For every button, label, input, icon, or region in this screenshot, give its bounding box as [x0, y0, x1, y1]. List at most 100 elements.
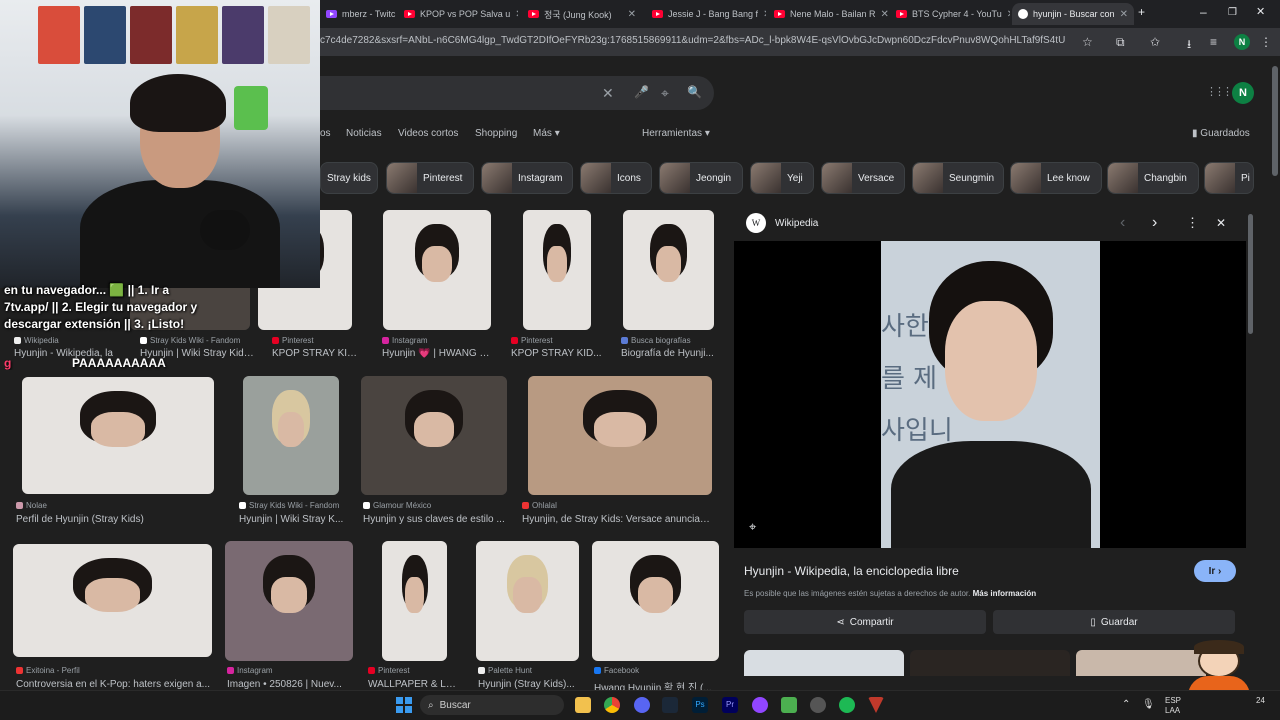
profile-avatar[interactable]: N — [1234, 34, 1250, 50]
taskbar-search[interactable]: ⌕ Buscar — [420, 695, 564, 715]
chip-jeongin[interactable]: Jeongin — [659, 162, 743, 194]
steam-icon[interactable] — [662, 697, 678, 713]
previous-image-button[interactable]: ‹ — [1120, 214, 1125, 232]
panel-source-name[interactable]: Wikipedia — [775, 218, 818, 229]
minimize-button[interactable]: – — [1200, 5, 1207, 19]
related-image[interactable] — [910, 650, 1070, 676]
result-image[interactable] — [592, 541, 719, 661]
nav-tab-more[interactable]: Más ▾ — [533, 128, 560, 139]
next-image-button[interactable]: › — [1152, 214, 1157, 232]
close-panel-button[interactable]: ✕ — [1216, 216, 1226, 230]
voice-search-icon[interactable]: 🎤 — [634, 85, 649, 99]
result-image[interactable] — [528, 376, 712, 495]
windows-start-icon[interactable] — [396, 697, 412, 713]
spotify-icon[interactable] — [839, 697, 855, 713]
share-button[interactable]: ⋖ Compartir — [744, 610, 986, 634]
tab-youtube-2[interactable]: 정국 (Jung Kook) ✕ — [522, 3, 642, 25]
save-button[interactable]: ▯ Guardar — [993, 610, 1235, 634]
result-image[interactable] — [383, 210, 491, 330]
tab-google-search[interactable]: hyunjin - Buscar con ✕ — [1012, 3, 1134, 25]
tab-youtube-5[interactable]: BTS Cypher 4 - YouTu✕ — [890, 3, 1010, 25]
result-title[interactable]: KPOP STRAY KID... — [511, 348, 607, 359]
search-icon[interactable]: 🔍 — [687, 85, 702, 99]
saved-link[interactable]: ▮ Guardados — [1192, 128, 1250, 139]
panel-scrollbar[interactable] — [1248, 214, 1254, 674]
browser-menu-icon[interactable]: ⋮ — [1260, 35, 1272, 49]
lens-search-icon[interactable]: ⌖ — [661, 85, 669, 102]
google-account-avatar[interactable]: N — [1232, 82, 1254, 104]
search-input[interactable] — [320, 76, 714, 110]
preview-image[interactable]: 사한 를 제 사입니 — [881, 241, 1100, 548]
google-apps-icon[interactable]: ⋮⋮⋮ — [1206, 85, 1233, 98]
close-tab-icon[interactable]: ✕ — [1120, 9, 1128, 20]
lens-search-image-icon[interactable]: ⌖ — [749, 519, 756, 535]
clock[interactable]: 24 — [1256, 696, 1265, 705]
result-image[interactable] — [22, 377, 214, 494]
obs-icon[interactable] — [752, 697, 768, 713]
result-image[interactable] — [361, 376, 507, 495]
more-info-link[interactable]: Más información — [973, 589, 1037, 598]
tab-twitch[interactable]: mberz - Twitch — [320, 3, 396, 25]
tab-youtube-1[interactable]: KPOP vs POP Salva u✕ — [398, 3, 518, 25]
url-field[interactable]: c7c4de7282&sxsrf=ANbL-n6C6MG4lgp_TwdGT2D… — [320, 35, 1065, 46]
tab-youtube-3[interactable]: Jessie J - Bang Bang f✕ — [646, 3, 766, 25]
result-image[interactable] — [523, 210, 591, 330]
result-image[interactable] — [382, 541, 447, 661]
photoshop-icon[interactable]: Ps — [692, 697, 708, 713]
discord-icon[interactable] — [634, 697, 650, 713]
close-tab-icon[interactable]: ✕ — [515, 9, 518, 20]
close-tab-icon[interactable]: ✕ — [1007, 9, 1010, 20]
chip-stray-kids[interactable]: Stray kids — [320, 162, 378, 194]
result-image[interactable] — [13, 544, 212, 657]
panel-title[interactable]: Hyunjin - Wikipedia, la enciclopedia lib… — [744, 564, 959, 578]
result-title[interactable]: Hyunjin (Stray Kids)... — [478, 679, 582, 690]
visit-button[interactable]: Ir › — [1194, 560, 1236, 582]
result-title[interactable]: Biografía de Hyunji... — [621, 348, 721, 359]
result-image[interactable] — [225, 541, 353, 661]
tools-button[interactable]: Herramientas ▾ — [642, 128, 710, 139]
language-indicator[interactable]: ESP LAA — [1165, 696, 1181, 716]
result-title[interactable]: Hyunjin, de Stray Kids: Versace anuncia … — [522, 514, 712, 525]
new-tab-button[interactable]: + — [1138, 5, 1145, 19]
chrome-icon[interactable] — [604, 697, 620, 713]
clear-search-icon[interactable]: ✕ — [602, 85, 614, 102]
result-title[interactable]: Imagen • 250826 | Nuev... — [227, 679, 351, 690]
premiere-icon[interactable]: Pr — [722, 697, 738, 713]
result-title[interactable]: KPOP STRAY KID... — [272, 348, 358, 359]
bookmarks-icon[interactable]: ✩ — [1150, 35, 1160, 49]
chip-yeji[interactable]: Yeji — [750, 162, 814, 194]
result-title[interactable]: Controversia en el K-Pop: haters exigen … — [16, 679, 212, 690]
result-image[interactable] — [623, 210, 714, 330]
tab-youtube-4[interactable]: Nene Malo - Bailan R ✕ — [768, 3, 888, 25]
panel-menu-icon[interactable]: ⋮ — [1186, 215, 1199, 231]
bookmark-star-icon[interactable]: ☆ — [1082, 35, 1093, 49]
maximize-button[interactable]: ❐ — [1228, 7, 1237, 18]
chip-changbin[interactable]: Changbin — [1107, 162, 1199, 194]
page-scrollbar[interactable] — [1270, 56, 1280, 690]
result-image[interactable] — [243, 376, 339, 495]
related-image[interactable] — [744, 650, 904, 676]
chip-seungmin[interactable]: Seungmin — [912, 162, 1004, 194]
chip-versace[interactable]: Versace — [821, 162, 905, 194]
nav-tab-shopping[interactable]: Shopping — [475, 128, 517, 139]
result-title[interactable]: Hyunjin 💗 | HWANG H... — [382, 348, 492, 359]
result-image[interactable] — [476, 541, 579, 661]
minecraft-icon[interactable] — [781, 697, 797, 713]
result-title[interactable]: Hyunjin | Wiki Stray K... — [239, 514, 349, 525]
tray-mic-icon[interactable]: 🎙 — [1142, 699, 1155, 710]
close-window-button[interactable]: ✕ — [1256, 5, 1265, 18]
close-tab-icon[interactable]: ✕ — [881, 9, 888, 20]
reading-list-icon[interactable]: ≡ — [1210, 35, 1217, 49]
chip-icons[interactable]: Icons — [580, 162, 652, 194]
chip-instagram[interactable]: Instagram — [481, 162, 573, 194]
chip-lee-know[interactable]: Lee know — [1010, 162, 1102, 194]
nav-tab-all[interactable]: os — [320, 128, 331, 139]
result-title[interactable]: Hyunjin y sus claves de estilo ... — [363, 514, 511, 525]
extensions-icon[interactable]: ⧉ — [1116, 35, 1125, 50]
close-tab-icon[interactable]: ✕ — [763, 9, 766, 20]
close-tab-icon[interactable]: ✕ — [628, 9, 636, 20]
file-explorer-icon[interactable] — [575, 697, 591, 713]
chip-pinterest[interactable]: Pinterest — [386, 162, 474, 194]
result-title[interactable]: WALLPAPER & LO... — [368, 679, 460, 690]
nav-tab-short-videos[interactable]: Videos cortos — [398, 128, 458, 139]
